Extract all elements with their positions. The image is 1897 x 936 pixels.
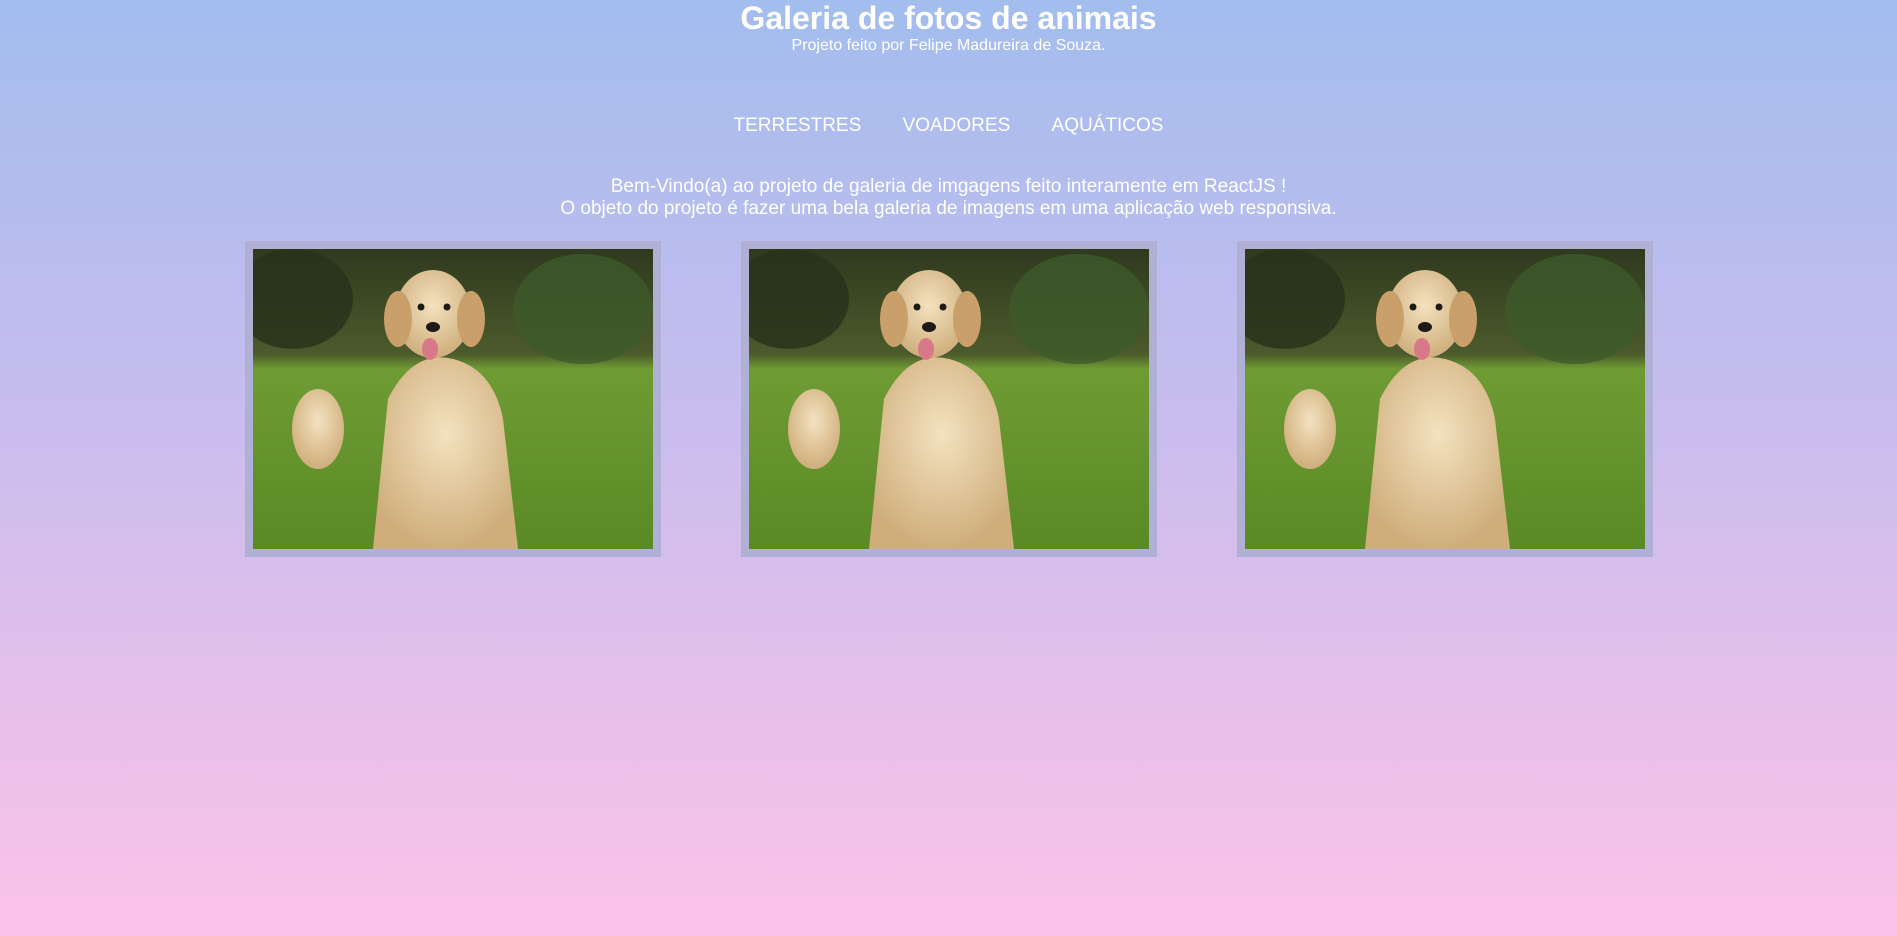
nav-link-voadores[interactable]: VOADORES <box>903 114 1011 138</box>
photo-gallery <box>0 241 1897 557</box>
welcome-line-1: Bem-Vindo(a) ao projeto de galeria de im… <box>610 176 1287 197</box>
welcome-line-2: O objeto do projeto é fazer uma bela gal… <box>560 198 1337 219</box>
dog-photo-image <box>252 249 653 549</box>
welcome-message: Bem-Vindo(a) ao projeto de galeria de im… <box>0 176 1897 220</box>
page-title: Galeria de fotos de animais <box>740 0 1157 36</box>
gallery-photo-3[interactable] <box>1236 241 1653 557</box>
dog-photo-image <box>748 249 1149 549</box>
category-nav: TERRESTRES VOADORES AQUÁTICOS <box>0 114 1897 138</box>
nav-link-aquaticos[interactable]: AQUÁTICOS <box>1052 114 1164 138</box>
page-header: Galeria de fotos de animais Projeto feit… <box>0 0 1897 56</box>
nav-link-terrestres[interactable]: TERRESTRES <box>734 114 862 138</box>
page-subtitle: Projeto feito por Felipe Madureira de So… <box>791 37 1106 54</box>
dog-photo-image <box>1244 249 1645 549</box>
gallery-photo-1[interactable] <box>244 241 661 557</box>
gallery-photo-2[interactable] <box>740 241 1157 557</box>
